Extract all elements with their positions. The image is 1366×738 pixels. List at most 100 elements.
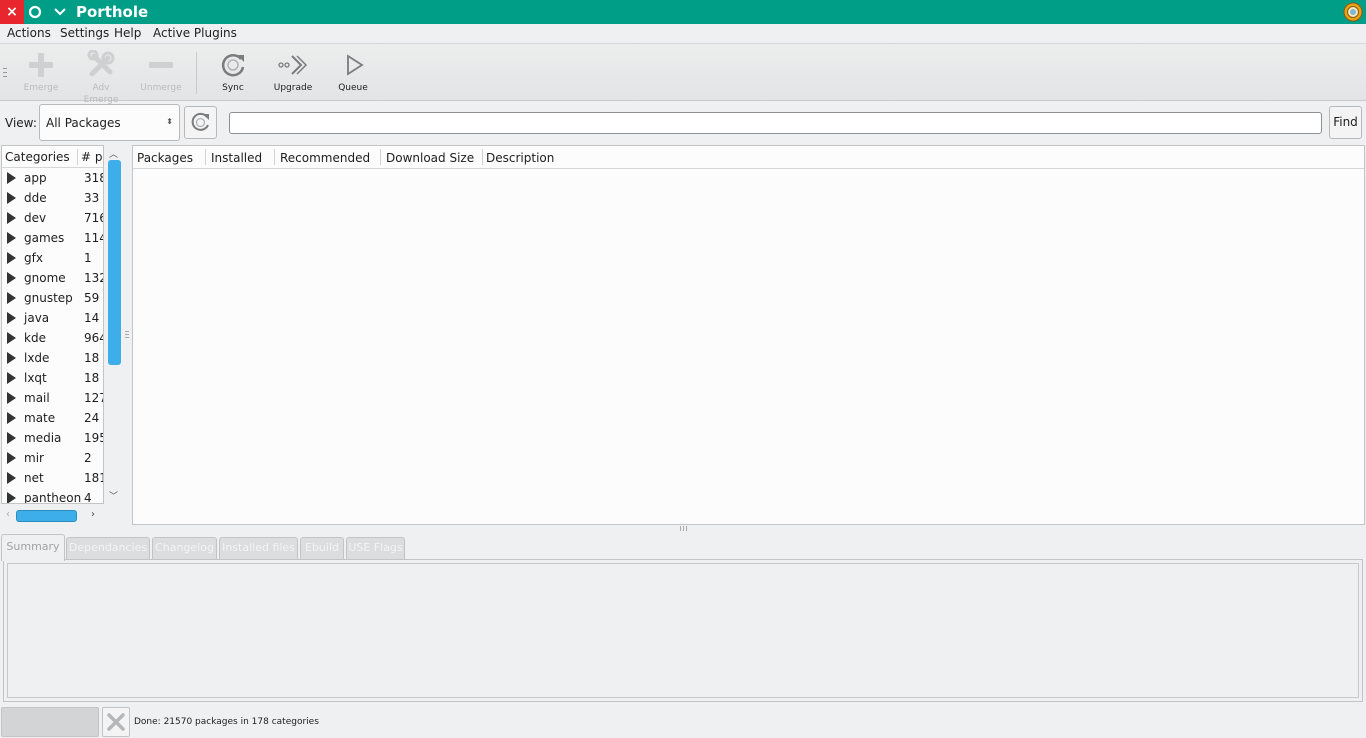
expand-arrow-icon[interactable] <box>7 292 16 304</box>
column-separator[interactable] <box>205 149 206 165</box>
category-row-dde[interactable]: dde33 <box>2 188 103 208</box>
categories-header: Categories # pkgs <box>2 146 103 168</box>
column-separator[interactable] <box>380 149 381 165</box>
category-count: 18 <box>84 351 103 365</box>
category-row-net[interactable]: net 181 <box>2 468 103 488</box>
download-size-column-header[interactable]: Download Size <box>386 151 474 165</box>
expand-arrow-icon[interactable] <box>7 312 16 324</box>
vertical-scrollbar[interactable]: ︿ ﹀ <box>106 145 124 504</box>
category-name: games <box>24 231 64 245</box>
expand-arrow-icon[interactable] <box>7 192 16 204</box>
reload-button[interactable] <box>184 106 217 139</box>
sync-icon <box>218 50 248 80</box>
expand-arrow-icon[interactable] <box>7 332 16 344</box>
keep-above-icon[interactable] <box>27 4 43 20</box>
scroll-right-icon[interactable]: › <box>91 509 95 520</box>
category-count: 14 <box>84 311 103 325</box>
category-row-pantheon[interactable]: pantheon4 <box>2 488 103 504</box>
expand-arrow-icon[interactable] <box>7 392 16 404</box>
column-separator[interactable] <box>274 149 275 165</box>
category-row-lxqt[interactable]: lxqt18 <box>2 368 103 388</box>
category-name: gnome <box>24 271 66 285</box>
category-row-gnome[interactable]: gnome132 <box>2 268 103 288</box>
expand-arrow-icon[interactable] <box>7 232 16 244</box>
horizontal-scroll-thumb[interactable] <box>16 510 77 522</box>
tab-summary[interactable]: Summary <box>1 534 65 561</box>
category-row-dev[interactable]: dev716 <box>2 208 103 228</box>
updown-arrow-icon: ⬍ <box>166 117 173 126</box>
menu-settings[interactable]: Settings <box>60 26 109 41</box>
packages-column-header[interactable]: Packages <box>137 151 193 165</box>
expand-arrow-icon[interactable] <box>7 472 16 484</box>
category-row-java[interactable]: java14 <box>2 308 103 328</box>
recommended-column-header[interactable]: Recommended <box>280 151 370 165</box>
view-select[interactable]: All Packages ⬍ <box>39 104 180 141</box>
expand-arrow-icon[interactable] <box>7 372 16 384</box>
category-count: 181 <box>84 471 103 485</box>
installed-column-header[interactable]: Installed <box>211 151 262 165</box>
categories-column-header[interactable]: Categories <box>5 150 70 164</box>
upgrade-button[interactable]: Upgrade <box>271 50 315 98</box>
description-column-header[interactable]: Description <box>486 151 554 165</box>
expand-arrow-icon[interactable] <box>7 172 16 184</box>
category-row-kde[interactable]: kde964 <box>2 328 103 348</box>
category-name: net <box>24 471 44 485</box>
summary-view[interactable] <box>7 563 1359 698</box>
category-row-app[interactable]: app318 <box>2 168 103 188</box>
scroll-down-icon[interactable]: ﹀ <box>109 489 118 502</box>
scroll-up-icon[interactable]: ︿ <box>109 147 118 160</box>
chevron-down-icon[interactable] <box>52 4 68 20</box>
tab-installed-files[interactable]: Installed files <box>219 537 298 559</box>
toolbar: Emerge Adv Emerge Unmerge Sync Upgr <box>0 43 1366 101</box>
tab-dependancies[interactable]: Dependancies <box>66 537 150 559</box>
find-button[interactable]: Find <box>1329 106 1362 139</box>
sync-label: Sync <box>213 82 253 94</box>
sync-button[interactable]: Sync <box>213 50 253 98</box>
queue-label: Queue <box>333 82 373 94</box>
menu-active-plugins[interactable]: Active Plugins <box>153 26 237 41</box>
menu-actions[interactable]: Actions <box>7 26 51 41</box>
queue-button[interactable]: Queue <box>333 50 373 98</box>
category-row-gfx[interactable]: gfx1 <box>2 248 103 268</box>
emerge-button[interactable]: Emerge <box>20 50 62 98</box>
category-row-mate[interactable]: mate24 <box>2 408 103 428</box>
packages-table[interactable]: Packages Installed Recommended Download … <box>132 145 1365 525</box>
expand-arrow-icon[interactable] <box>7 452 16 464</box>
expand-arrow-icon[interactable] <box>7 252 16 264</box>
close-button[interactable]: × <box>0 0 24 24</box>
expand-arrow-icon[interactable] <box>7 352 16 364</box>
menu-help[interactable]: Help <box>114 26 141 41</box>
toolbar-grip-icon[interactable] <box>3 68 7 78</box>
expand-arrow-icon[interactable] <box>7 272 16 284</box>
column-separator[interactable] <box>77 149 78 165</box>
tab-changelog[interactable]: Changelog <box>152 537 217 559</box>
category-row-lxde[interactable]: lxde18 <box>2 348 103 368</box>
tab-ebuild[interactable]: Ebuild <box>300 537 344 559</box>
column-separator[interactable] <box>482 149 483 165</box>
vertical-scroll-thumb[interactable] <box>108 160 121 365</box>
scroll-left-icon[interactable]: ‹ <box>6 509 10 520</box>
expand-arrow-icon[interactable] <box>7 492 16 504</box>
cancel-button[interactable] <box>102 707 130 737</box>
splitter-handle-icon[interactable] <box>679 526 689 531</box>
unmerge-button[interactable]: Unmerge <box>139 50 183 98</box>
tab-use-flags[interactable]: USE Flags <box>346 537 405 559</box>
category-name: app <box>24 171 47 185</box>
expand-arrow-icon[interactable] <box>7 412 16 424</box>
categories-tree[interactable]: Categories # pkgs app318dde33dev716games… <box>1 145 104 504</box>
cancel-icon <box>103 708 129 736</box>
category-row-gnustep[interactable]: gnustep59 <box>2 288 103 308</box>
category-row-media[interactable]: media195 <box>2 428 103 448</box>
search-input[interactable] <box>229 112 1322 134</box>
category-row-games[interactable]: games114 <box>2 228 103 248</box>
expand-arrow-icon[interactable] <box>7 212 16 224</box>
splitter-handle-icon[interactable] <box>125 330 129 340</box>
horizontal-scrollbar[interactable]: ‹ › <box>1 507 104 525</box>
expand-arrow-icon[interactable] <box>7 432 16 444</box>
pkg-count-column-header[interactable]: # pkgs <box>81 150 103 164</box>
adv-emerge-button[interactable]: Adv Emerge <box>74 50 128 98</box>
category-row-mir[interactable]: mir2 <box>2 448 103 468</box>
category-row-mail[interactable]: mail127 <box>2 388 103 408</box>
category-count: 4 <box>84 491 103 504</box>
category-name: gnustep <box>24 291 73 305</box>
